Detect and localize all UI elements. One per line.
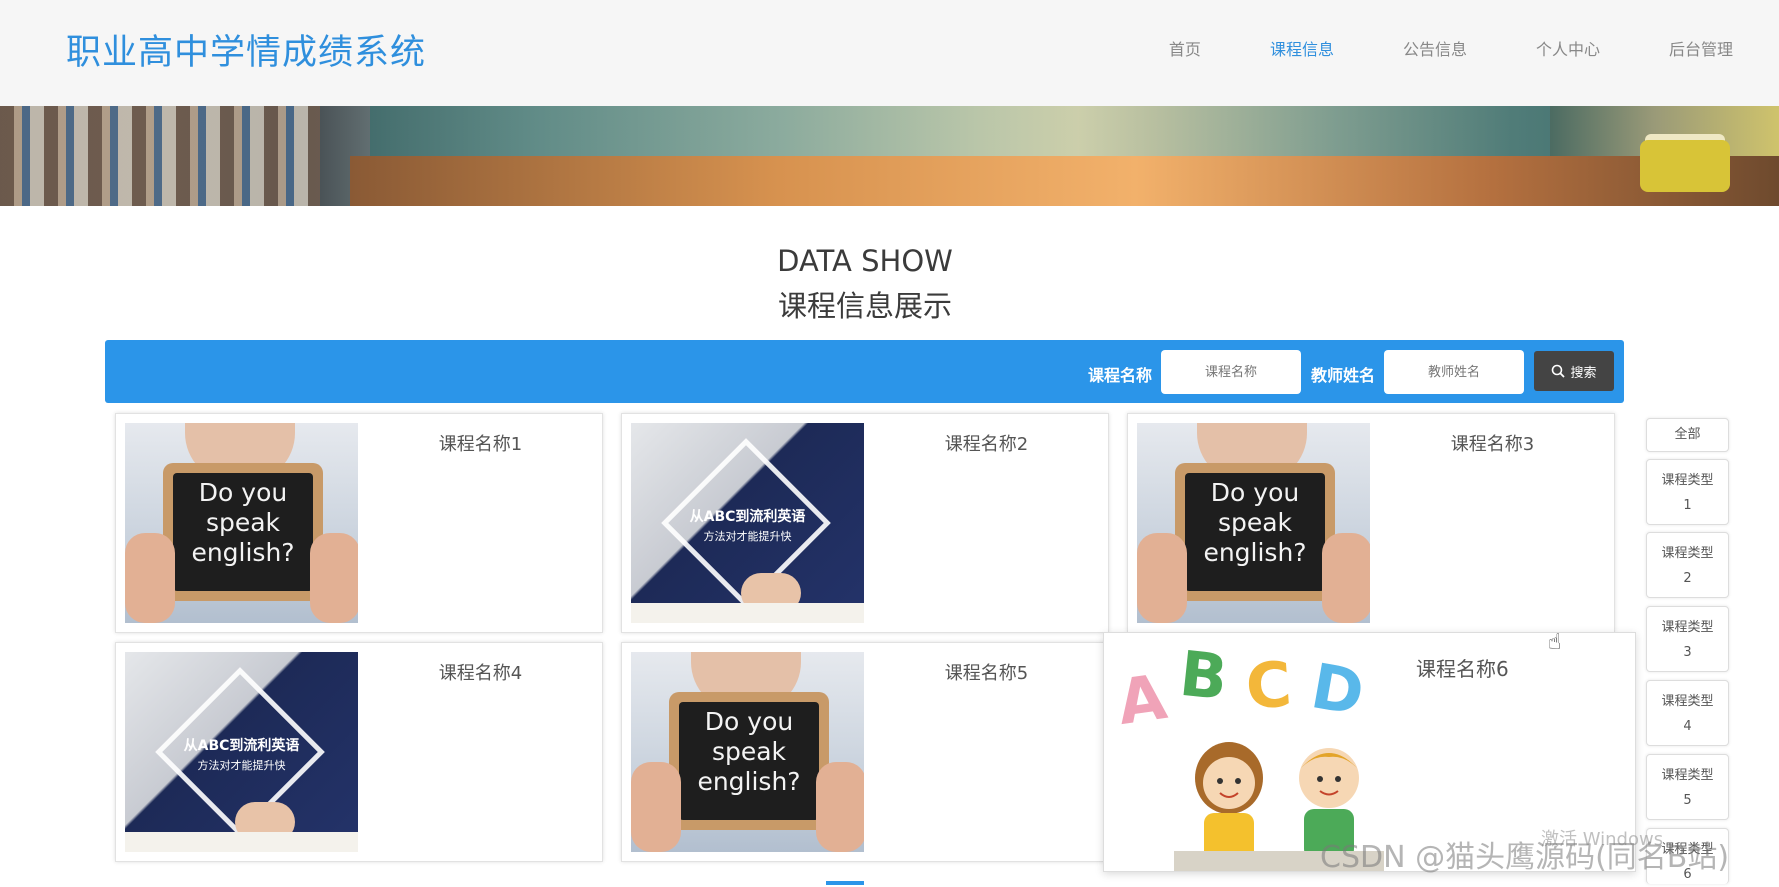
filter-type-number: 2 xyxy=(1683,571,1692,586)
teacher-name-label: 教师姓名 xyxy=(1311,366,1376,385)
banner-bag xyxy=(1640,140,1730,192)
search-bar: 课程名称 教师姓名 搜索 xyxy=(105,340,1624,403)
pagination-active-indicator[interactable] xyxy=(826,881,864,885)
thumb-overlay-line1: 从ABC到流利英语 xyxy=(183,738,300,754)
banner-shelf xyxy=(0,106,320,206)
course-name-input[interactable] xyxy=(1161,350,1301,394)
thumb-paper-shape xyxy=(125,832,358,852)
filter-type-number: 3 xyxy=(1683,645,1692,660)
thumb-slate-text: Do you speak english? xyxy=(1185,473,1325,591)
filter-type-1-button[interactable]: 课程类型 1 xyxy=(1646,459,1729,525)
search-button-label: 搜索 xyxy=(1570,365,1597,381)
thumb-overlay-line1: 从ABC到流利英语 xyxy=(689,509,806,525)
banner-desk xyxy=(350,156,1779,206)
course-card-4[interactable]: 从ABC到流利英语 方法对才能提升快 课程名称4 xyxy=(115,642,603,862)
search-icon xyxy=(1552,364,1566,378)
filter-type-number: 4 xyxy=(1683,719,1692,734)
thumb-hand-shape xyxy=(816,762,864,852)
thumb-hand-shape xyxy=(631,762,681,852)
course-image: Do you speak english? xyxy=(125,423,358,623)
filter-type-number: 5 xyxy=(1683,793,1692,808)
banner-image xyxy=(0,106,1779,206)
hand-cursor-icon: ☝ xyxy=(1548,630,1562,655)
site-logo[interactable]: 职业高中学情成绩系统 xyxy=(66,24,426,75)
nav-home[interactable]: 首页 xyxy=(1169,36,1201,60)
course-card-2[interactable]: 从ABC到流利英语 方法对才能提升快 课程名称2 xyxy=(621,413,1109,633)
nav-personal-center[interactable]: 个人中心 xyxy=(1536,36,1600,60)
thumb-slate-text: Do you speak english? xyxy=(679,702,819,820)
letter-d-glyph: D xyxy=(1306,649,1370,730)
watermark: CSDN @猫头鹰源码(同名B站) xyxy=(1320,840,1730,875)
banner-blackboard xyxy=(370,106,1550,156)
section-title-zh: 课程信息展示 xyxy=(777,289,952,323)
nav-admin[interactable]: 后台管理 xyxy=(1669,36,1733,60)
course-image: Do you speak english? xyxy=(631,652,864,852)
course-card-5[interactable]: Do you speak english? 课程名称5 xyxy=(621,642,1109,862)
course-image: 从ABC到流利英语 方法对才能提升快 xyxy=(631,423,864,623)
section-title-en: DATA SHOW xyxy=(777,244,953,278)
filter-type-label: 课程类型 xyxy=(1661,546,1714,561)
main-nav: 首页 课程信息 公告信息 个人中心 后台管理 xyxy=(1100,36,1733,60)
filter-type-3-button[interactable]: 课程类型 3 xyxy=(1646,606,1729,672)
thumb-paper-shape xyxy=(631,603,864,623)
course-name[interactable]: 课程名称2 xyxy=(864,430,1109,456)
filter-type-4-button[interactable]: 课程类型 4 xyxy=(1646,680,1729,746)
filter-type-5-button[interactable]: 课程类型 5 xyxy=(1646,754,1729,820)
thumb-hand-shape xyxy=(1322,533,1370,623)
teacher-name-input[interactable] xyxy=(1384,350,1524,394)
thumb-hand-shape xyxy=(1137,533,1187,623)
nav-announcements[interactable]: 公告信息 xyxy=(1403,36,1467,60)
thumb-hand-shape xyxy=(310,533,358,623)
filter-all-button[interactable]: 全部 xyxy=(1646,418,1729,452)
course-name[interactable]: 课程名称6 xyxy=(1416,653,1509,682)
letter-b-glyph: B xyxy=(1176,636,1231,715)
course-card-3[interactable]: Do you speak english? 课程名称3 xyxy=(1127,413,1615,633)
thumb-hand-shape xyxy=(125,533,175,623)
filter-type-label: 课程类型 xyxy=(1661,473,1714,488)
letter-a-glyph: A xyxy=(1113,660,1171,739)
course-image: 从ABC到流利英语 方法对才能提升快 xyxy=(125,652,358,852)
nav-course-info[interactable]: 课程信息 xyxy=(1270,36,1334,60)
course-image: Do you speak english? xyxy=(1137,423,1370,623)
course-name[interactable]: 课程名称4 xyxy=(358,659,603,685)
course-name[interactable]: 课程名称5 xyxy=(864,659,1109,685)
filter-type-label: 课程类型 xyxy=(1661,694,1714,709)
filter-type-number: 1 xyxy=(1683,498,1692,513)
girl-illustration xyxy=(1174,742,1284,871)
thumb-slate-text: Do you speak english? xyxy=(173,473,313,591)
course-name[interactable]: 课程名称1 xyxy=(358,430,603,456)
filter-type-label: 课程类型 xyxy=(1661,620,1714,635)
course-card-1[interactable]: Do you speak english? 课程名称1 xyxy=(115,413,603,633)
letter-c-glyph: C xyxy=(1243,647,1295,724)
filter-type-label: 课程类型 xyxy=(1661,768,1714,783)
thumb-overlay-line2: 方法对才能提升快 xyxy=(703,530,792,543)
header: 职业高中学情成绩系统 首页 课程信息 公告信息 个人中心 后台管理 xyxy=(0,0,1779,106)
thumb-overlay-line2: 方法对才能提升快 xyxy=(197,759,286,772)
course-name-label: 课程名称 xyxy=(1088,366,1153,385)
course-name[interactable]: 课程名称3 xyxy=(1370,430,1615,456)
filter-all-label: 全部 xyxy=(1674,427,1701,442)
search-button[interactable]: 搜索 xyxy=(1534,351,1614,391)
filter-type-2-button[interactable]: 课程类型 2 xyxy=(1646,532,1729,598)
